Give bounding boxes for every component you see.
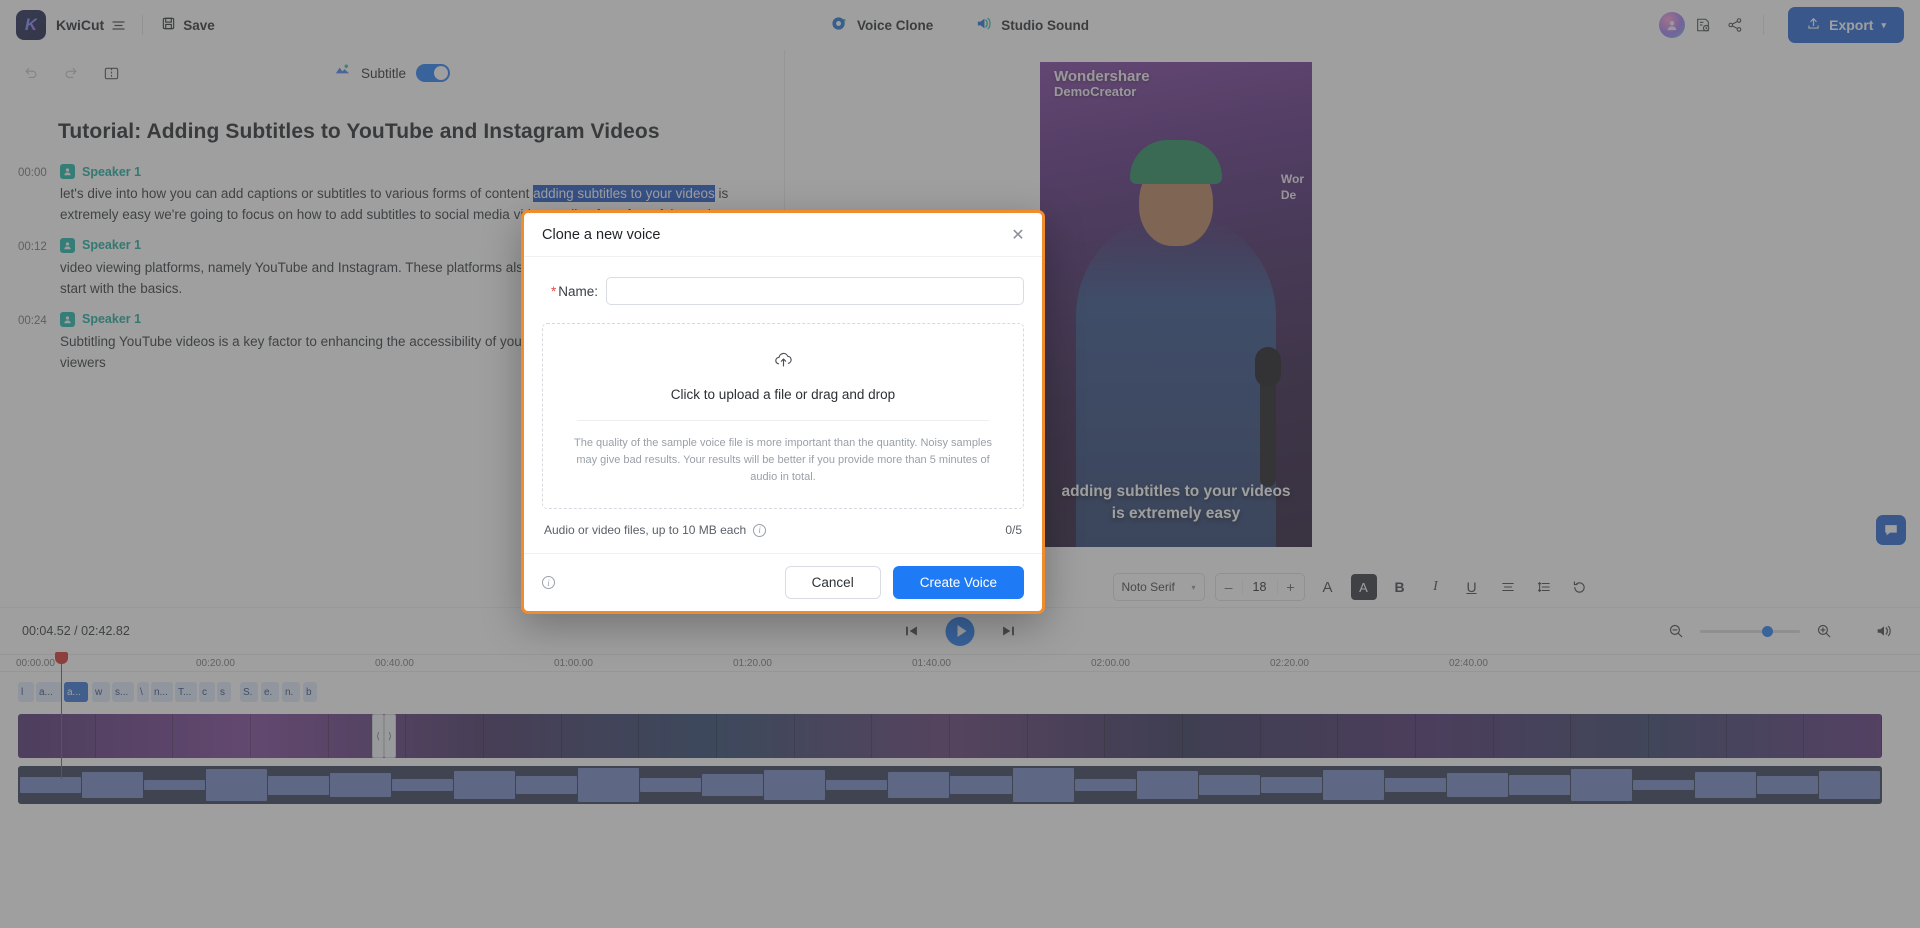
upload-meta-row: Audio or video files, up to 10 MB each i… [542, 509, 1024, 541]
info-icon[interactable]: i [542, 576, 555, 590]
dialog-footer: i Cancel Create Voice [524, 553, 1042, 611]
file-hint-text: Audio or video files, up to 10 MB each [544, 523, 747, 538]
upload-instruction: Click to upload a file or drag and drop [670, 387, 896, 402]
dialog-body: * Name: Click to upload a file or drag an… [524, 257, 1042, 553]
file-hint-group: Audio or video files, up to 10 MB each i [544, 523, 767, 538]
dropzone-divider [577, 420, 989, 421]
create-voice-button[interactable]: Create Voice [892, 566, 1024, 600]
file-count: 0/5 [1005, 523, 1022, 538]
close-icon[interactable]: ✕ [1008, 225, 1028, 245]
cloud-upload-icon [567, 350, 999, 375]
dialog-header: Clone a new voice ✕ [524, 213, 1042, 257]
clone-voice-dialog: Clone a new voice ✕ * Name: Click to uplo… [521, 210, 1045, 615]
name-input[interactable] [606, 277, 1024, 305]
name-field-row: * Name: [542, 277, 1024, 305]
required-marker: * [550, 283, 557, 299]
dialog-title: Clone a new voice [542, 226, 661, 243]
info-icon[interactable]: i [753, 523, 767, 537]
name-label-text: Name: [558, 283, 598, 299]
upload-dropzone[interactable]: Click to upload a file or drag and drop … [542, 323, 1024, 510]
name-field-label: * Name: [542, 284, 606, 299]
upload-quality-note: The quality of the sample voice file is … [574, 437, 992, 484]
cancel-button[interactable]: Cancel [784, 566, 881, 600]
